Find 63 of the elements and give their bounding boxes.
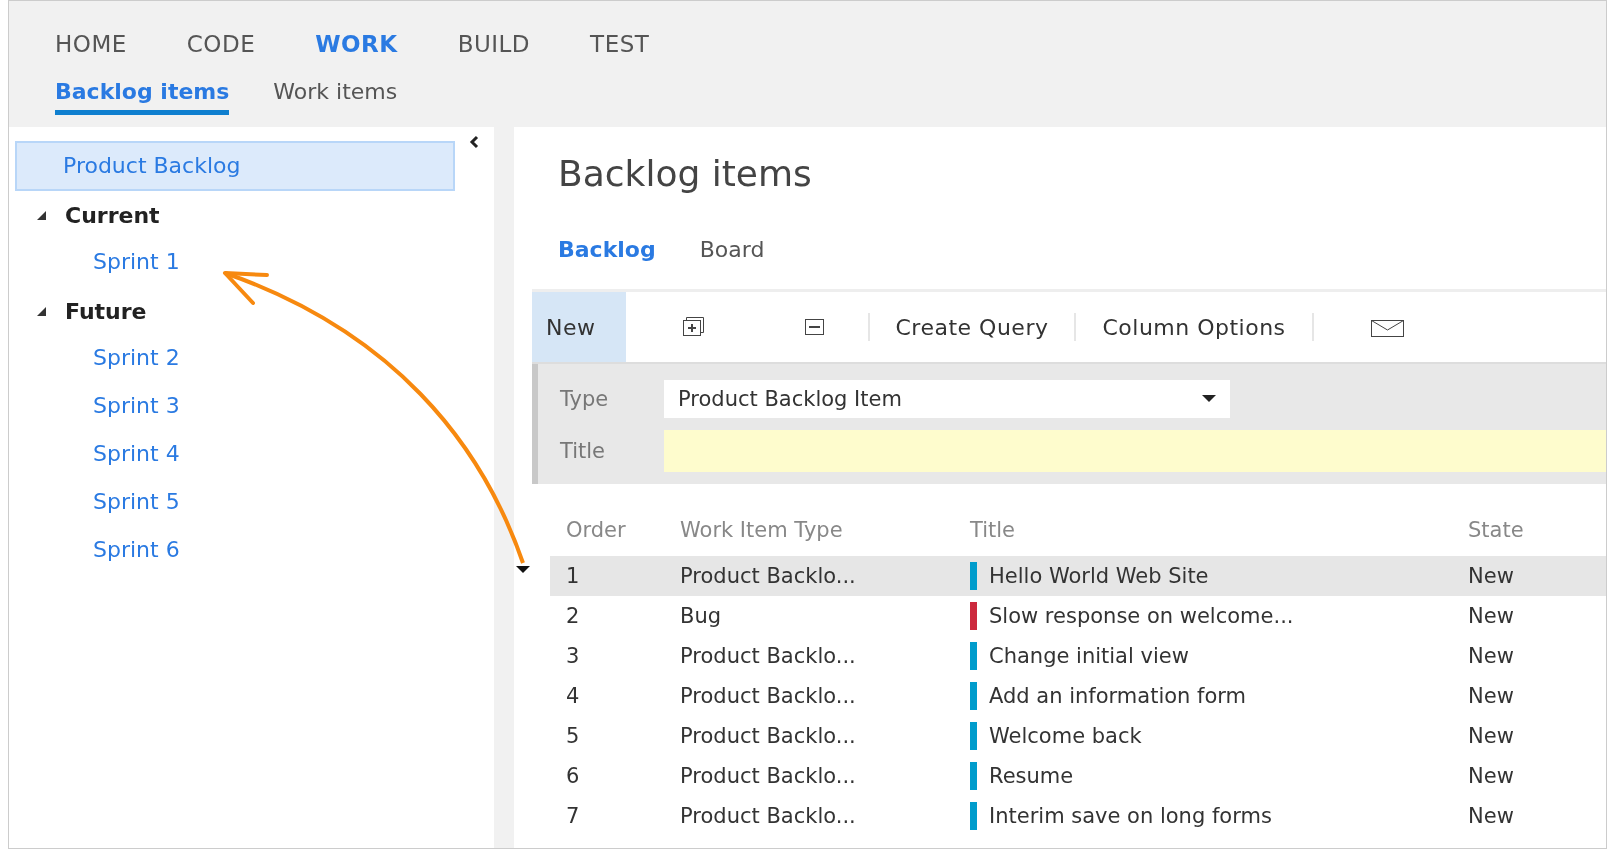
nav-tab[interactable]: WORK: [315, 31, 398, 57]
view-tab[interactable]: Board: [699, 237, 765, 289]
sidebar-item[interactable]: Sprint 5: [15, 479, 455, 527]
sub-tab[interactable]: Work items: [273, 79, 398, 115]
table-cell: Welcome back: [989, 724, 1142, 748]
table-cell-text: New: [1468, 604, 1515, 628]
sidebar-item[interactable]: Product Backlog: [15, 141, 455, 191]
nav-tab[interactable]: HOME: [55, 31, 127, 57]
column-header[interactable]: State: [1468, 518, 1606, 542]
title-field[interactable]: [664, 430, 1606, 472]
group-label: Current: [65, 202, 160, 228]
group-label: Future: [65, 298, 147, 324]
table-cell: Slow response on welcome...: [989, 604, 1294, 628]
table-cell-text: Product Backlo...: [680, 644, 857, 668]
field-label: Title: [560, 439, 606, 463]
table-cell-text: Product Backlo...: [680, 684, 857, 708]
table-cell-text: 4: [566, 684, 581, 708]
nav-tab[interactable]: CODE: [186, 31, 256, 57]
table-cell-text: 6: [566, 764, 581, 788]
nav-tab[interactable]: TEST: [590, 31, 650, 57]
table-cell-text: 1: [566, 564, 581, 588]
table-cell-text: New: [1468, 804, 1515, 828]
nav-tab[interactable]: BUILD: [457, 31, 531, 57]
table-cell: Add an information form: [989, 684, 1247, 708]
table-cell-text: New: [1468, 684, 1515, 708]
expand-icon[interactable]: [681, 316, 705, 338]
caret-icon: [1202, 395, 1216, 403]
table-cell-text: 5: [566, 724, 581, 748]
table-cell-text: New: [1468, 724, 1515, 748]
column-header[interactable]: Title: [970, 518, 1468, 542]
toolbar-button[interactable]: Column Options: [1076, 292, 1312, 362]
table-cell-text: New: [1468, 764, 1515, 788]
toolbar-button[interactable]: Create Query: [869, 292, 1075, 362]
sidebar-item[interactable]: Sprint 4: [15, 431, 455, 479]
sidebar-item[interactable]: Sprint 6: [15, 527, 455, 575]
table-cell: Interim save on long forms: [989, 804, 1272, 828]
drop-marker-icon: [516, 566, 530, 574]
column-header[interactable]: Order: [566, 518, 680, 542]
toolbar-button[interactable]: New: [532, 292, 626, 362]
collapse-icon[interactable]: [469, 135, 479, 149]
table-cell: Resume: [989, 764, 1074, 788]
column-header[interactable]: Work Item Type: [680, 518, 970, 542]
table-cell-text: 3: [566, 644, 581, 668]
table-cell: Hello World Web Site: [989, 564, 1209, 588]
table-cell-text: Product Backlo...: [680, 564, 857, 588]
sidebar-item[interactable]: Sprint 1: [15, 239, 455, 287]
sub-tab[interactable]: Backlog items: [55, 79, 230, 115]
table-cell-text: New: [1468, 644, 1515, 668]
table-cell-text: 7: [566, 804, 581, 828]
field-label: Type: [560, 387, 610, 411]
sidebar-item[interactable]: Sprint 3: [15, 383, 455, 431]
view-tab[interactable]: Backlog: [558, 237, 656, 289]
table-cell-text: Product Backlo...: [680, 724, 857, 748]
table-cell-text: New: [1468, 564, 1515, 588]
table-cell-text: Product Backlo...: [680, 764, 857, 788]
type-dropdown[interactable]: Product Backlog Item: [664, 380, 1230, 418]
page-title: Backlog items: [557, 152, 813, 196]
sidebar-item[interactable]: Sprint 2: [15, 335, 455, 383]
collapse-icon[interactable]: [802, 316, 826, 338]
table-cell: Change initial view: [989, 644, 1189, 668]
table-cell-text: 2: [566, 604, 581, 628]
table-cell-text: Bug: [680, 604, 723, 628]
table-cell-text: Product Backlo...: [680, 804, 857, 828]
